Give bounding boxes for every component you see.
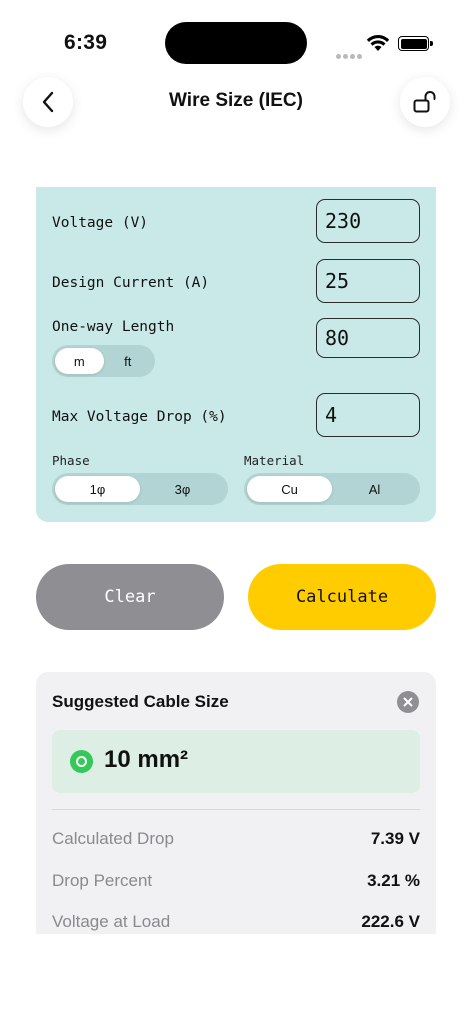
drop-percent-value: 3.21 % (367, 871, 420, 890)
one-way-length-label: One-way Length (52, 319, 175, 335)
wifi-icon (366, 34, 390, 57)
max-voltage-drop-input[interactable]: 4 (316, 393, 420, 437)
material-label: Material (244, 453, 305, 468)
dynamic-island (165, 22, 307, 64)
calculated-drop-value: 7.39 V (370, 829, 420, 848)
phase-segmented-control[interactable]: 1φ 3φ (52, 473, 228, 505)
phase-label: Phase (52, 453, 90, 468)
cellular-signal-icon (336, 46, 364, 64)
one-way-length-input[interactable]: 80 (316, 318, 420, 358)
design-current-label: Design Current (A) (52, 275, 210, 291)
unlock-icon (413, 91, 436, 113)
max-voltage-drop-label: Max Voltage Drop (%) (52, 409, 227, 425)
result-card: Suggested Cable Size 10 mm² Calculated D… (36, 672, 436, 934)
material-segmented-control[interactable]: Cu Al (244, 473, 420, 505)
suggested-size-box: 10 mm² (52, 730, 420, 793)
voltage-label: Voltage (V) (52, 215, 149, 231)
voltage-at-load-label: Voltage at Load (52, 912, 171, 931)
calculate-button[interactable]: Calculate (248, 564, 436, 630)
phase-option-3[interactable]: 3φ (140, 476, 225, 502)
design-current-input[interactable]: 25 (316, 259, 420, 303)
calculated-drop-label: Calculated Drop (52, 829, 174, 848)
cable-size-value: 10 mm² (104, 746, 189, 773)
length-unit-segmented-control[interactable]: m ft (52, 345, 155, 377)
voltage-input[interactable]: 230 (316, 199, 420, 243)
drop-percent-label: Drop Percent (52, 871, 153, 890)
phase-option-1[interactable]: 1φ (55, 476, 140, 502)
status-bar: 6:39 (0, 0, 472, 80)
unit-option-m[interactable]: m (55, 348, 104, 374)
result-title: Suggested Cable Size (52, 692, 229, 711)
material-option-cu[interactable]: Cu (247, 476, 332, 502)
material-option-al[interactable]: Al (332, 476, 417, 502)
close-icon (403, 697, 413, 707)
status-time: 6:39 (64, 31, 108, 54)
voltage-at-load-value: 222.6 V (361, 912, 420, 931)
unit-option-ft[interactable]: ft (104, 348, 153, 374)
battery-icon (398, 36, 433, 51)
divider (52, 809, 420, 810)
lock-button[interactable] (400, 77, 450, 127)
clear-button[interactable]: Clear (36, 564, 224, 630)
status-ok-icon (70, 750, 93, 773)
input-form-card: Voltage (V) 230 Design Current (A) 25 On… (36, 187, 436, 522)
dismiss-result-button[interactable] (397, 691, 419, 713)
